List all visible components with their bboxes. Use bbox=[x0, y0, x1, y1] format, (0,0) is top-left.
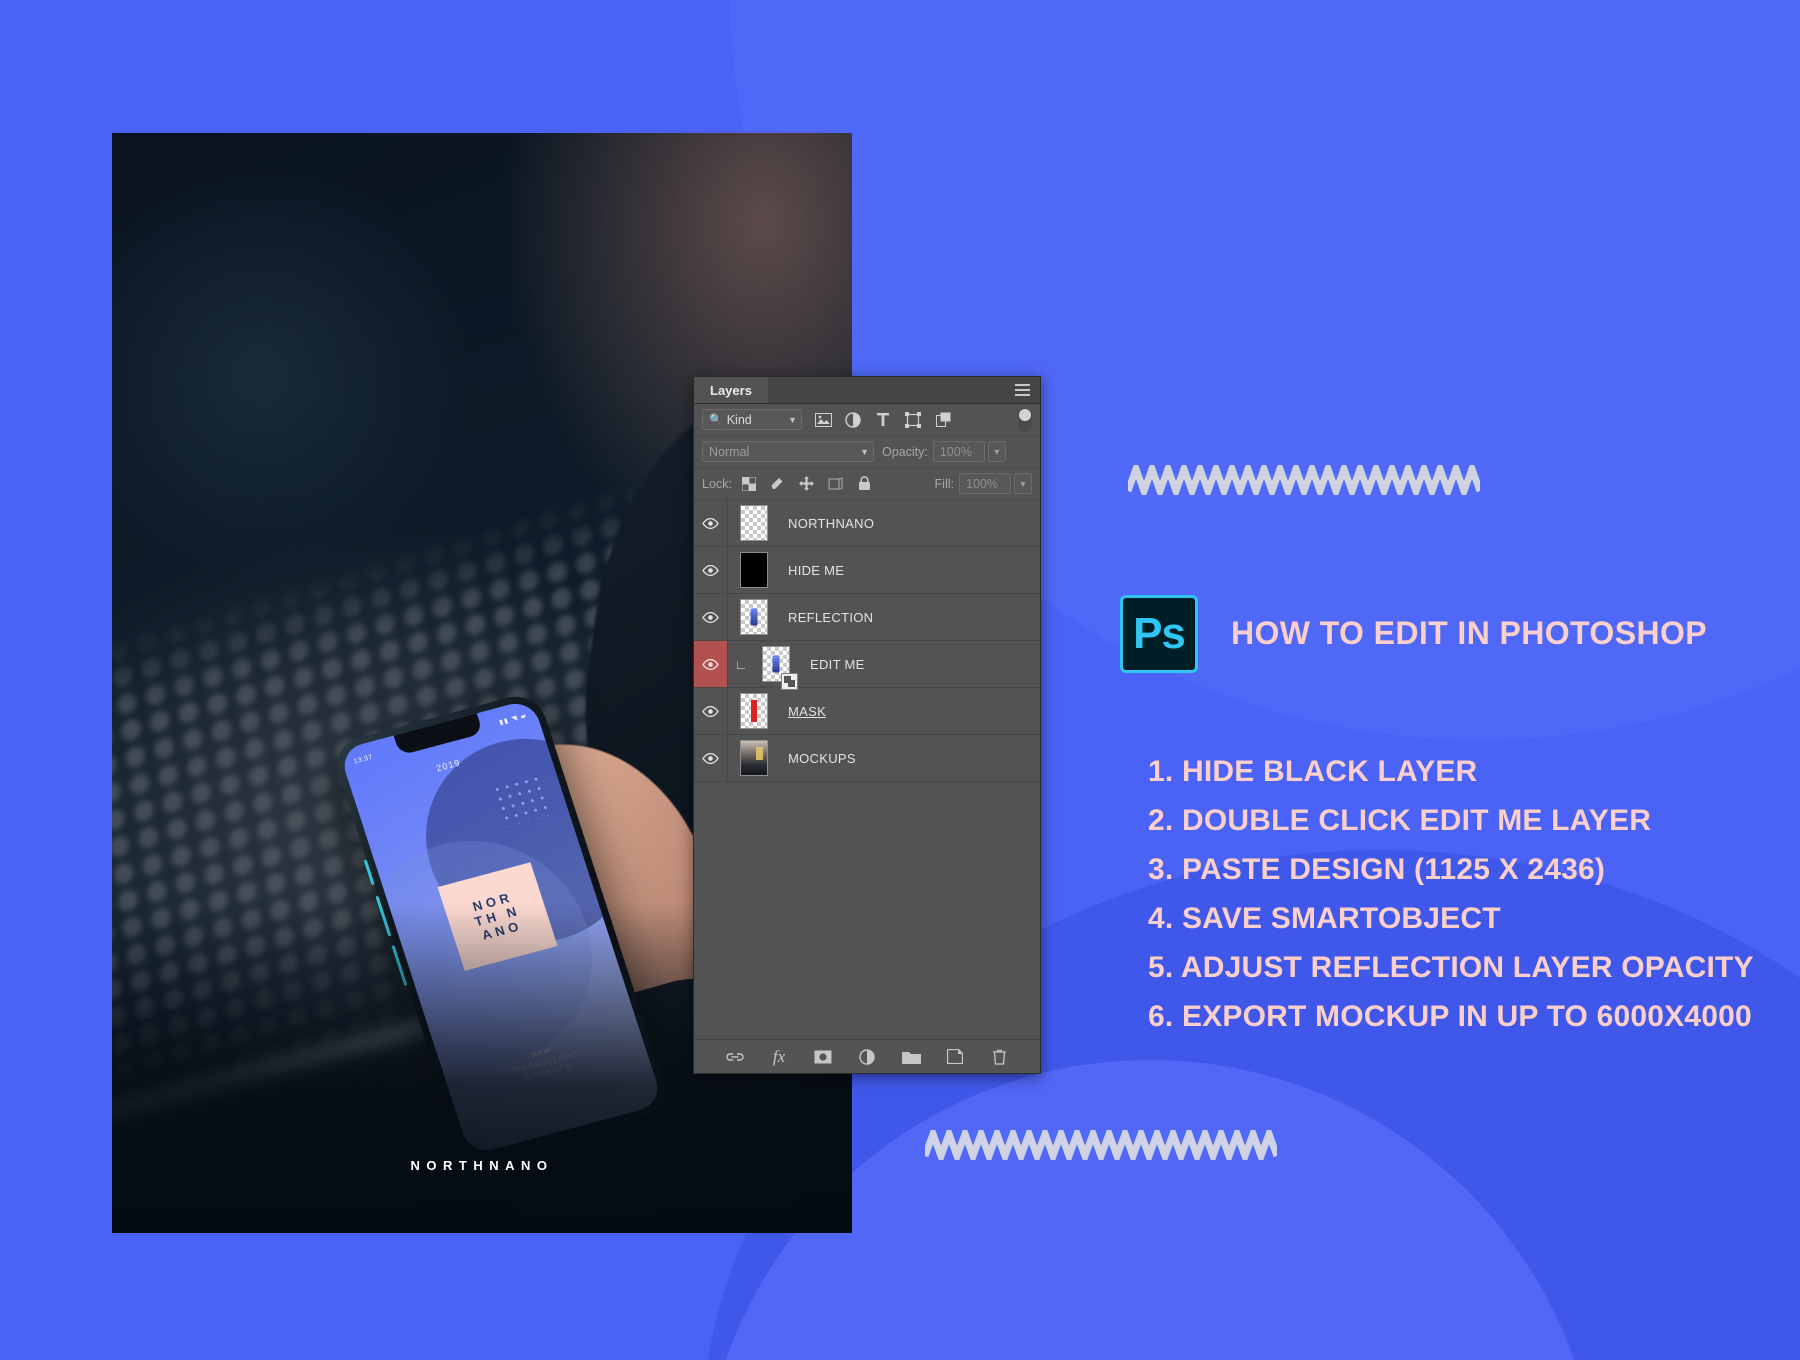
opacity-label: Opacity: bbox=[882, 444, 928, 459]
photoshop-header: Ps HOW TO EDIT IN PHOTOSHOP bbox=[1120, 595, 1707, 673]
poster-canvas: 13:37 ▮▮ ◥ ▰ 2019 NOR TH N ANO NEW IPHON… bbox=[0, 0, 1800, 1360]
instruction-step: 6. EXPORT MOCKUP IN UP TO 6000x4000 bbox=[1148, 1000, 1752, 1034]
chevron-down-icon: ▼ bbox=[788, 414, 797, 425]
layer-thumbnail[interactable] bbox=[728, 505, 780, 541]
panel-tab-bar: Layers bbox=[694, 377, 1040, 404]
photo-brand-caption: NORTHNANO bbox=[410, 1158, 554, 1173]
layer-row-mockups[interactable]: MOCKUPS bbox=[694, 735, 1040, 782]
smart-object-icon[interactable] bbox=[934, 411, 952, 429]
lock-position-icon[interactable] bbox=[799, 476, 815, 492]
link-layers-icon[interactable] bbox=[724, 1046, 746, 1068]
layer-name: EDIT ME bbox=[810, 656, 865, 672]
layer-styles-fx-icon[interactable]: fx bbox=[768, 1046, 790, 1068]
new-adjustment-layer-icon[interactable] bbox=[856, 1046, 878, 1068]
instruction-step: 2. DOUBLE CLICK EDIT ME LAYER bbox=[1148, 804, 1652, 838]
lock-image-pixels-icon[interactable] bbox=[770, 476, 786, 492]
chevron-down-icon: ▼ bbox=[860, 446, 869, 457]
eye-icon[interactable] bbox=[694, 594, 728, 640]
shape-layer-icon[interactable] bbox=[904, 411, 922, 429]
layer-row-hide-me[interactable]: HIDE ME bbox=[694, 547, 1040, 594]
filter-kind-value: Kind bbox=[726, 412, 752, 427]
zigzag-decoration-top bbox=[1128, 465, 1480, 495]
new-group-icon[interactable] bbox=[900, 1046, 922, 1068]
instruction-step: 3. PASTE DESIGN (1125 x 2436) bbox=[1148, 853, 1606, 887]
lock-icon-group bbox=[741, 476, 873, 492]
lock-artboard-icon[interactable] bbox=[828, 476, 844, 492]
lock-row: Lock: Fill: 100% ▼ bbox=[694, 468, 1040, 500]
tab-bar-filler bbox=[768, 377, 1010, 403]
photoshop-logo-icon: Ps bbox=[1120, 595, 1198, 673]
panel-menu-icon[interactable] bbox=[1010, 377, 1040, 403]
layer-name: MASK bbox=[788, 703, 827, 719]
layer-row-northnano[interactable]: NORTHNANO bbox=[694, 500, 1040, 547]
layer-name: REFLECTION bbox=[788, 609, 874, 625]
layers-panel-footer: fx bbox=[694, 1039, 1040, 1073]
opacity-input[interactable]: 100% bbox=[932, 441, 985, 462]
layer-row-edit-me[interactable]: ∟ EDIT ME bbox=[694, 641, 1040, 690]
eye-icon[interactable] bbox=[694, 688, 728, 734]
layer-thumbnail[interactable] bbox=[728, 599, 780, 635]
layer-name: MOCKUPS bbox=[788, 750, 856, 766]
layer-row-mask[interactable]: MASK bbox=[694, 688, 1040, 735]
fill-label: Fill: bbox=[934, 476, 954, 491]
add-layer-mask-icon[interactable] bbox=[812, 1046, 834, 1068]
vertical-how-to-title: HOW TO bbox=[0, 712, 19, 1148]
lock-transparent-pixels-icon[interactable] bbox=[741, 476, 757, 492]
pixel-layer-icon[interactable] bbox=[814, 411, 832, 429]
eye-icon[interactable] bbox=[694, 547, 728, 593]
eye-icon[interactable] bbox=[694, 641, 728, 687]
instruction-step: 4. SAVE SMARTOBJECT bbox=[1148, 902, 1501, 936]
eye-icon[interactable] bbox=[694, 735, 728, 781]
lock-all-icon[interactable] bbox=[857, 476, 873, 492]
instruction-step-list: 1. HIDE BLACK LAYER 2. DOUBLE CLICK EDIT… bbox=[1148, 755, 1788, 1051]
clipping-mask-arrow-icon: ∟ bbox=[734, 656, 748, 672]
filter-kind-select[interactable]: 🔍 Kind ▼ bbox=[702, 409, 802, 430]
layer-thumbnail[interactable] bbox=[728, 693, 780, 729]
layer-thumbnail[interactable] bbox=[728, 552, 780, 588]
instructions-heading: HOW TO EDIT IN PHOTOSHOP bbox=[1231, 615, 1708, 652]
blend-mode-row: Normal ▼ Opacity: 100% ▼ bbox=[694, 436, 1040, 468]
tab-layers[interactable]: Layers bbox=[694, 377, 768, 403]
search-icon: 🔍 bbox=[709, 414, 723, 426]
status-bar-time: 13:37 bbox=[352, 753, 374, 766]
layer-thumbnail[interactable] bbox=[750, 646, 802, 690]
layer-thumbnail[interactable] bbox=[728, 740, 780, 776]
smart-object-badge-icon bbox=[781, 673, 798, 690]
layer-row-reflection[interactable]: REFLECTION bbox=[694, 594, 1040, 641]
instruction-step: 1. HIDE BLACK LAYER bbox=[1148, 755, 1478, 788]
zigzag-decoration-bottom bbox=[925, 1130, 1277, 1160]
adjustment-layer-icon[interactable] bbox=[844, 411, 862, 429]
eye-icon[interactable] bbox=[694, 500, 728, 546]
layer-list: NORTHNANO HIDE ME REFLECTION ∟ EDIT ME M… bbox=[694, 500, 1040, 782]
photoshop-layers-panel[interactable]: Layers 🔍 Kind ▼ Normal ▼ Opacity: 100% ▼… bbox=[693, 376, 1041, 1074]
delete-layer-icon[interactable] bbox=[988, 1046, 1010, 1068]
blend-mode-value: Normal bbox=[709, 444, 750, 459]
filter-type-icons bbox=[814, 411, 952, 429]
type-layer-icon[interactable] bbox=[874, 411, 892, 429]
filter-enable-toggle[interactable] bbox=[1018, 407, 1032, 432]
layer-name: NORTHNANO bbox=[788, 515, 875, 531]
fill-input[interactable]: 100% bbox=[959, 473, 1011, 494]
opacity-stepper-chevron-down-icon[interactable]: ▼ bbox=[987, 441, 1006, 462]
layer-filter-row: 🔍 Kind ▼ bbox=[694, 404, 1040, 436]
instruction-step: 5. ADJUST REFLECTION LAYER OPACITY bbox=[1148, 951, 1754, 985]
new-layer-icon[interactable] bbox=[944, 1046, 966, 1068]
fill-stepper-chevron-down-icon[interactable]: ▼ bbox=[1014, 473, 1032, 494]
status-bar-icons: ▮▮ ◥ ▰ bbox=[498, 712, 529, 727]
blend-mode-select[interactable]: Normal ▼ bbox=[702, 441, 874, 462]
layer-name: HIDE ME bbox=[788, 562, 845, 578]
lock-label: Lock: bbox=[702, 476, 732, 491]
